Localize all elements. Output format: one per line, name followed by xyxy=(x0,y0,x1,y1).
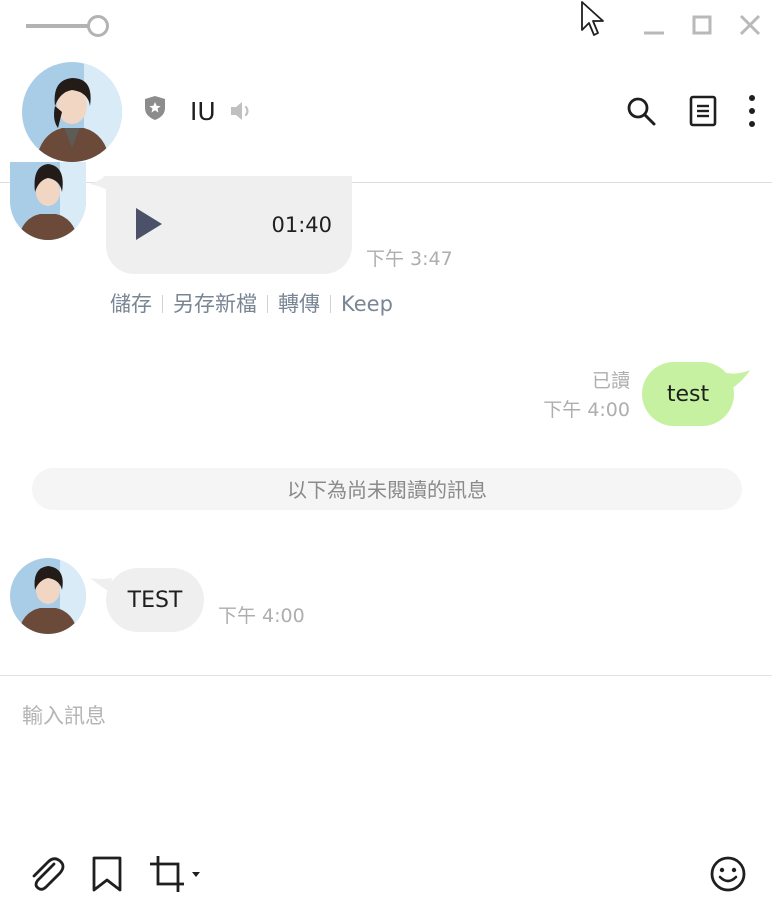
notes-icon[interactable] xyxy=(686,94,720,128)
search-icon[interactable] xyxy=(624,94,658,128)
emoji-icon[interactable] xyxy=(708,854,748,894)
message-timestamp: 下午 3:47 xyxy=(366,248,453,270)
pin-slider-icon[interactable] xyxy=(26,14,112,38)
contact-avatar[interactable] xyxy=(22,62,122,162)
sent-message-text: test xyxy=(666,382,710,407)
read-receipt: 已讀 xyxy=(591,370,630,392)
message-timestamp: 下午 4:00 xyxy=(543,399,630,421)
shield-star-icon xyxy=(145,96,165,120)
keep-link[interactable]: Keep xyxy=(341,290,393,318)
speaker-icon[interactable] xyxy=(228,98,254,124)
message-timestamp: 下午 4:00 xyxy=(218,605,305,627)
minimize-icon[interactable] xyxy=(636,10,672,42)
message-input[interactable] xyxy=(10,690,750,830)
voice-duration: 01:40 xyxy=(271,213,332,237)
chat-window: IU 01:40 下午 3:47 儲存 另存新檔 轉傳 Keep 已讀 下午 4… xyxy=(0,0,772,918)
maximize-icon[interactable] xyxy=(684,10,720,42)
forward-link[interactable]: 轉傳 xyxy=(278,290,320,318)
voice-actions: 儲存 另存新檔 轉傳 Keep xyxy=(110,290,393,318)
mouse-cursor-icon xyxy=(581,1,604,36)
crop-icon[interactable] xyxy=(148,854,204,894)
action-separator xyxy=(330,295,331,313)
paperclip-icon[interactable] xyxy=(26,854,66,894)
save-link[interactable]: 儲存 xyxy=(110,290,152,318)
action-separator xyxy=(162,295,163,313)
sender-avatar[interactable] xyxy=(10,162,86,240)
play-icon[interactable] xyxy=(134,206,164,242)
more-vert-icon[interactable] xyxy=(738,94,772,128)
save-as-link[interactable]: 另存新檔 xyxy=(173,290,257,318)
composer-divider xyxy=(0,675,772,676)
contact-name[interactable]: IU xyxy=(190,96,216,128)
unread-divider-label: 以下為尚未閱讀的訊息 xyxy=(287,478,487,502)
action-separator xyxy=(267,295,268,313)
bookmark-icon[interactable] xyxy=(88,854,128,894)
received-message-text: TEST xyxy=(127,588,183,613)
close-icon[interactable] xyxy=(732,10,768,42)
sender-avatar[interactable] xyxy=(10,558,86,634)
